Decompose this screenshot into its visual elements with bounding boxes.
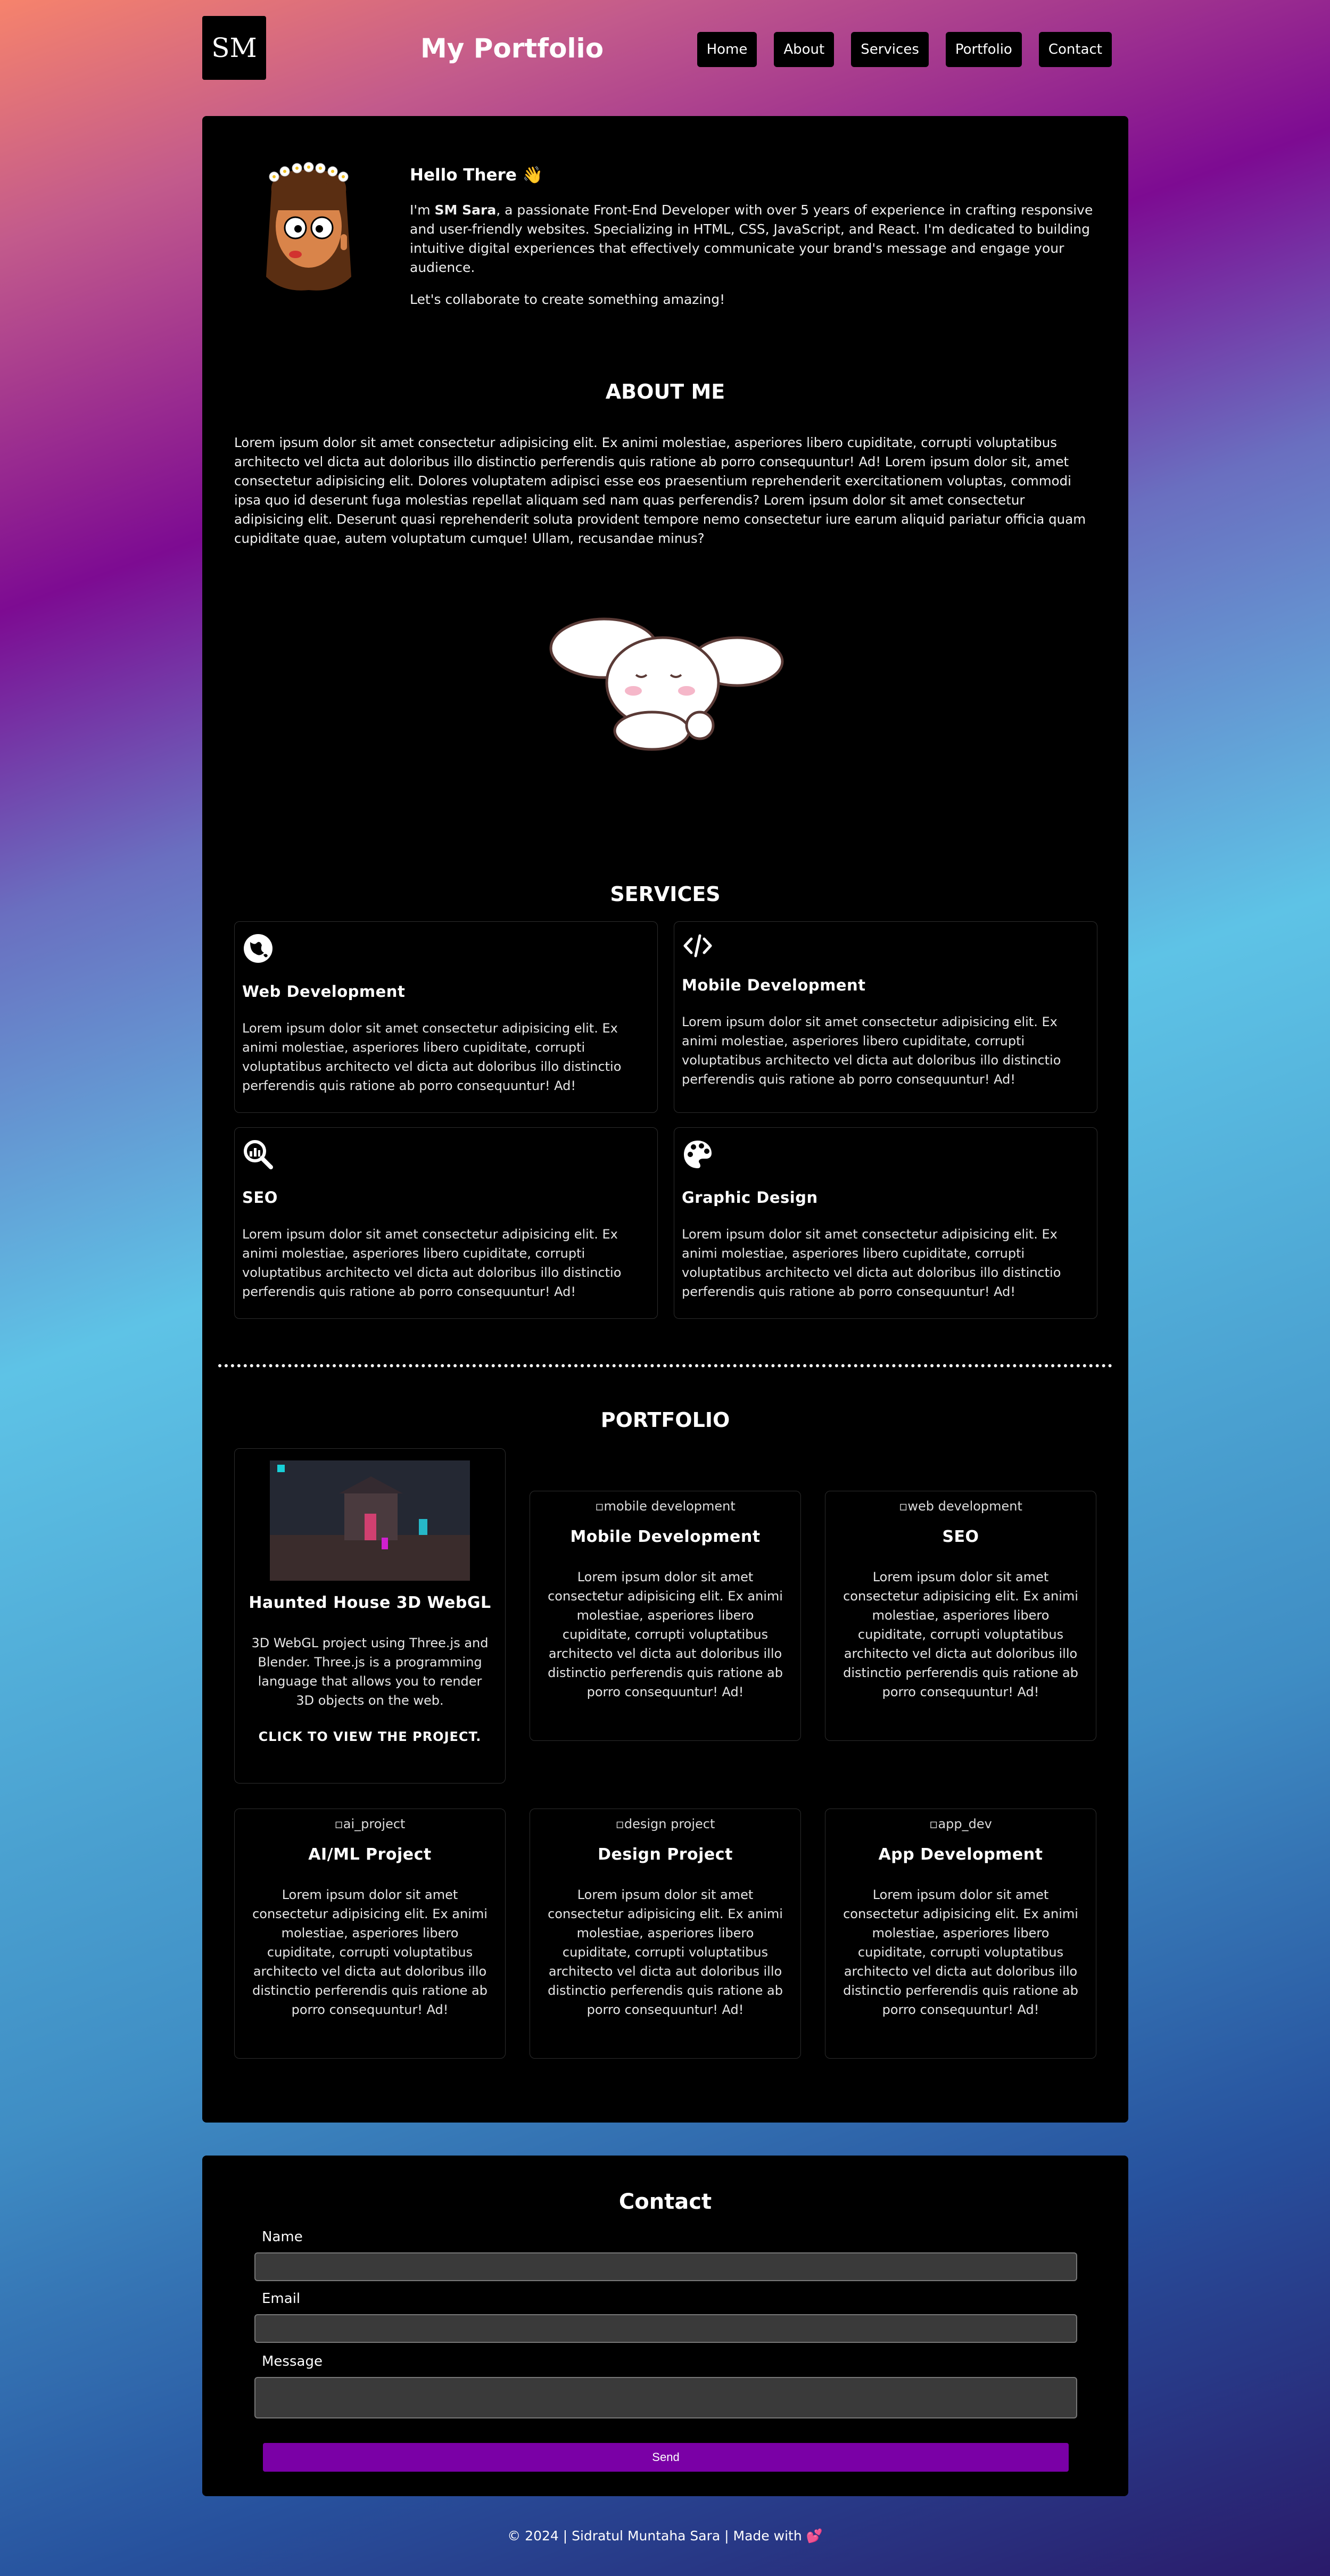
nav-portfolio[interactable]: Portfolio: [945, 32, 1022, 67]
name-label: Name: [262, 2229, 303, 2245]
section-divider: [218, 1364, 1112, 1367]
code-icon: [683, 934, 712, 957]
about-text: Lorem ipsum dolor sit amet consectetur a…: [234, 435, 1086, 546]
nav-about[interactable]: About: [774, 32, 835, 67]
project-text: Lorem ipsum dolor sit amet consectetur a…: [252, 1887, 488, 2017]
service-title: SEO: [242, 1188, 278, 1207]
bunny-image: [549, 617, 784, 751]
project-title: Design Project: [598, 1845, 733, 1864]
project-text: Lorem ipsum dolor sit amet consectetur a…: [843, 1570, 1078, 1699]
site-logo[interactable]: SM: [202, 16, 266, 80]
name-field[interactable]: [254, 2252, 1077, 2281]
service-title: Graphic Design: [682, 1188, 818, 1207]
portfolio-card-haunted-house[interactable]: Haunted House 3D WebGL 3D WebGL project …: [234, 1448, 506, 1784]
broken-image-icon: ▫web development: [899, 1499, 1022, 1514]
project-text: Lorem ipsum dolor sit amet consectetur a…: [548, 1570, 783, 1699]
email-field[interactable]: [254, 2314, 1077, 2343]
globe-icon: [244, 934, 272, 963]
service-card-graphic: Graphic Design Lorem ipsum dolor sit ame…: [674, 1127, 1097, 1319]
service-card-web: Web Development Lorem ipsum dolor sit am…: [234, 921, 658, 1113]
send-button[interactable]: Send: [263, 2443, 1069, 2472]
nav-home[interactable]: Home: [697, 32, 757, 67]
project-text: Lorem ipsum dolor sit amet consectetur a…: [843, 1887, 1078, 2017]
contact-title: Contact: [618, 2190, 712, 2214]
service-text: Lorem ipsum dolor sit amet consectetur a…: [242, 1021, 622, 1093]
project-title: AI/ML Project: [308, 1845, 432, 1864]
portfolio-card-design[interactable]: ▫design project Design Project Lorem ips…: [530, 1809, 801, 2059]
footer: © 2024 | Sidratul Muntaha Sara | Made wi…: [0, 2528, 1330, 2544]
contact-panel: Contact Name Email Message Send: [202, 2156, 1128, 2496]
footer-text: © 2024 | Sidratul Muntaha Sara | Made wi…: [507, 2528, 802, 2544]
project-title: App Development: [878, 1845, 1043, 1864]
project-text: 3D WebGL project using Three.js and Blen…: [251, 1636, 489, 1708]
portfolio-title: PORTFOLIO: [600, 1408, 730, 1432]
project-text: Lorem ipsum dolor sit amet consectetur a…: [548, 1887, 783, 2017]
about-title: ABOUT ME: [605, 380, 725, 403]
portfolio-card-app[interactable]: ▫app_dev App Development Lorem ipsum dol…: [825, 1809, 1096, 2059]
intro-name: SM Sara: [434, 202, 497, 218]
services-title: SERVICES: [610, 882, 721, 906]
service-title: Web Development: [242, 982, 406, 1001]
service-card-mobile: Mobile Development Lorem ipsum dolor sit…: [674, 921, 1097, 1113]
broken-image-icon: ▫ai_project: [334, 1817, 406, 1831]
project-title: Haunted House 3D WebGL: [249, 1594, 491, 1612]
broken-image-icon: ▫mobile development: [595, 1499, 736, 1514]
heart-icon: 💕: [806, 2528, 823, 2544]
service-text: Lorem ipsum dolor sit amet consectetur a…: [242, 1227, 622, 1299]
avatar: [266, 162, 351, 291]
broken-image-icon: ▫design project: [615, 1817, 715, 1831]
project-title: SEO: [942, 1528, 979, 1546]
portfolio-card-mobile[interactable]: ▫mobile development Mobile Development L…: [530, 1491, 801, 1741]
project-thumbnail: [270, 1460, 470, 1581]
email-label: Email: [262, 2291, 301, 2307]
service-text: Lorem ipsum dolor sit amet consectetur a…: [682, 1227, 1061, 1299]
intro-section: Hello There 👋 I'm SM Sara, a passionate …: [410, 165, 1102, 322]
message-field[interactable]: [254, 2377, 1077, 2418]
service-text: Lorem ipsum dolor sit amet consectetur a…: [682, 1014, 1061, 1087]
portfolio-card-seo[interactable]: ▫web development SEO Lorem ipsum dolor s…: [825, 1491, 1096, 1741]
portfolio-card-ai[interactable]: ▫ai_project AI/ML Project Lorem ipsum do…: [234, 1809, 506, 2059]
palette-icon: [684, 1141, 712, 1168]
service-title: Mobile Development: [682, 976, 866, 994]
search-chart-icon: [244, 1140, 273, 1169]
intro-greeting: Hello There 👋: [410, 166, 543, 185]
intro-cta-text: Let's collaborate to create something am…: [410, 292, 725, 307]
main-panel: Hello There 👋 I'm SM Sara, a passionate …: [202, 116, 1128, 2123]
main-nav: Home About Services Portfolio Contact: [697, 32, 1112, 67]
nav-contact[interactable]: Contact: [1038, 32, 1112, 67]
project-title: Mobile Development: [570, 1528, 761, 1546]
intro-paragraph: I'm SM Sara, a passionate Front-End Deve…: [410, 202, 1093, 275]
nav-services[interactable]: Services: [851, 32, 929, 67]
message-label: Message: [262, 2354, 323, 2369]
site-title: My Portfolio: [420, 33, 604, 64]
broken-image-icon: ▫app_dev: [929, 1817, 992, 1831]
view-project-link[interactable]: CLICK TO VIEW THE PROJECT.: [247, 1729, 492, 1744]
service-card-seo: SEO Lorem ipsum dolor sit amet consectet…: [234, 1127, 658, 1319]
